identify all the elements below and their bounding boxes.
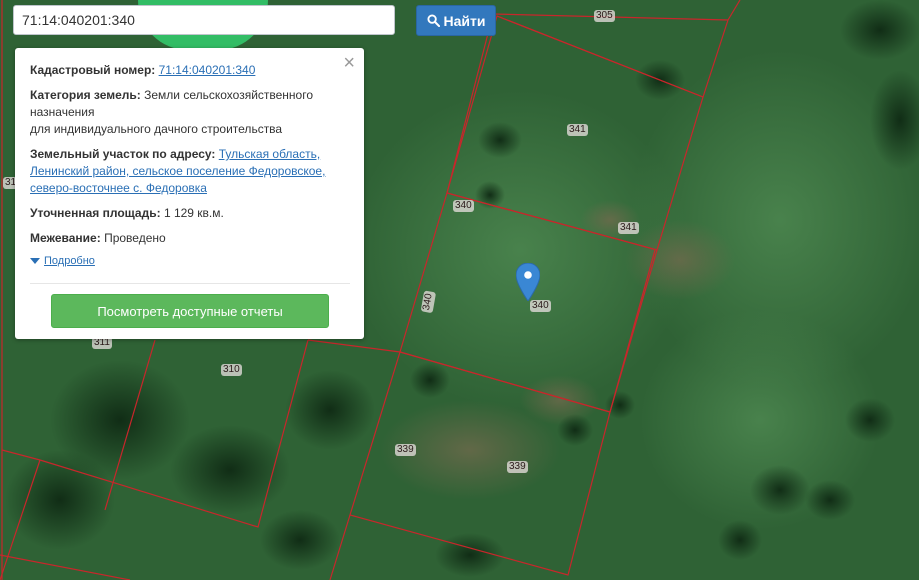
category-label: Категория земель:: [30, 88, 141, 102]
details-toggle[interactable]: Подробно: [30, 255, 349, 267]
category-value: назначения: [30, 105, 95, 119]
address-label: Земельный участок по адресу:: [30, 147, 216, 161]
area-label: Уточненная площадь:: [30, 206, 161, 220]
view-reports-button[interactable]: Посмотреть доступные отчеты: [51, 294, 329, 328]
parcel-label: 310: [221, 364, 242, 376]
category-value: Земли сельскохозяйственного: [144, 88, 314, 102]
search-icon: [426, 14, 440, 27]
address-link[interactable]: Тульская область,: [219, 147, 320, 161]
parcel-label: 339: [507, 461, 528, 473]
address-row: Земельный участок по адресу: Тульская об…: [30, 146, 349, 197]
parcel-label: 341: [567, 124, 588, 136]
parcel-label: 339: [395, 444, 416, 456]
map-marker-icon[interactable]: [516, 263, 540, 301]
search-button-label: Найти: [443, 12, 486, 29]
parcel-label: 340: [530, 300, 551, 312]
caret-down-icon: [30, 258, 40, 264]
parcel-label: 341: [618, 222, 639, 234]
divider: [30, 283, 350, 284]
parcel-info-popup: × Кадастровый номер: 71:14:040201:340 Ка…: [15, 48, 364, 339]
close-icon[interactable]: ×: [343, 53, 355, 73]
survey-label: Межевание:: [30, 231, 101, 245]
parcel-label: 340: [453, 200, 474, 212]
cadastral-row: Кадастровый номер: 71:14:040201:340: [30, 62, 349, 79]
category-value: для индивидуального дачного строительств…: [30, 122, 283, 136]
parcel-label: 305: [594, 10, 615, 22]
area-value: 1 129 кв.м.: [163, 206, 224, 220]
address-link[interactable]: Ленинский район, сельское поселение Федо…: [30, 164, 325, 178]
cadastral-link[interactable]: 71:14:040201:340: [159, 63, 256, 77]
search-input[interactable]: [13, 5, 395, 35]
category-row: Категория земель: Земли сельскохозяйстве…: [30, 87, 349, 138]
address-link[interactable]: северо-восточнее с. Федоровка: [30, 181, 207, 195]
survey-value: Проведено: [104, 231, 166, 245]
details-link[interactable]: Подробно: [44, 255, 95, 267]
search-button[interactable]: Найти: [416, 5, 496, 36]
area-row: Уточненная площадь: 1 129 кв.м.: [30, 205, 349, 222]
cadastral-label: Кадастровый номер:: [30, 63, 156, 77]
survey-row: Межевание: Проведено: [30, 230, 349, 247]
